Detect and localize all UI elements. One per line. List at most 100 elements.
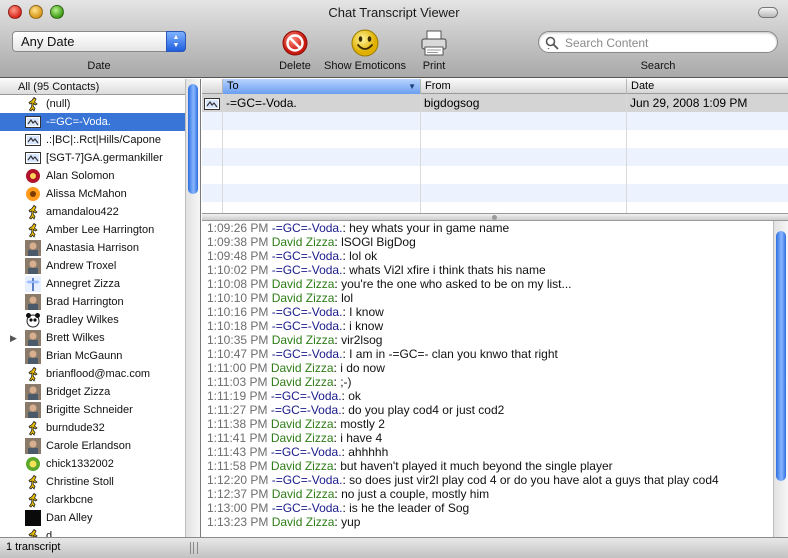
contact-item[interactable]: Bridget Zizza	[0, 383, 200, 401]
message-line: 1:13:23 PM David Zizza: yup	[207, 515, 361, 529]
message-text: no just a couple, mostly him	[341, 487, 490, 501]
split-grip-line	[193, 542, 194, 554]
aim-running-man-icon	[25, 492, 41, 508]
column-header-to[interactable]: To ▼	[222, 79, 420, 94]
message-time: 1:12:37 PM	[207, 487, 269, 501]
message-sender: -=GC=-Voda.	[270, 389, 342, 403]
column-header-icon	[202, 79, 222, 94]
contact-item[interactable]: .:|BC|:.Rct|Hills/Capone	[0, 131, 200, 149]
pane-splitter[interactable]	[202, 213, 788, 221]
message-time: 1:13:00 PM	[207, 501, 269, 515]
message-line: 1:12:20 PM -=GC=-Voda.: so does just vir…	[207, 473, 719, 487]
search-input[interactable]	[565, 35, 765, 51]
dragonfly-avatar-icon	[25, 276, 41, 292]
contact-item[interactable]: chick1332002	[0, 455, 200, 473]
message-line: 1:10:08 PM David Zizza: you're the one w…	[207, 277, 572, 291]
splitter-handle-icon[interactable]	[492, 215, 497, 220]
contacts-scrollbar[interactable]	[185, 79, 200, 537]
delete-button[interactable]: Delete	[272, 28, 318, 74]
message-time: 1:10:16 PM	[207, 305, 269, 319]
messages-scrollbar[interactable]	[773, 221, 788, 537]
toolbar-toggle-button[interactable]	[758, 7, 778, 18]
show-emoticons-button[interactable]: Show Emoticons	[320, 28, 410, 74]
message-time: 1:10:47 PM	[207, 347, 269, 361]
contact-item[interactable]: -=GC=-Voda.	[0, 113, 200, 131]
contact-item[interactable]: Andrew Troxel	[0, 257, 200, 275]
aim-running-man-icon	[25, 528, 41, 537]
contact-name: Annegret Zizza	[46, 278, 120, 290]
message-line: 1:10:16 PM -=GC=-Voda.: I know	[207, 305, 384, 319]
message-sender: -=GC=-Voda.	[271, 221, 343, 235]
message-time: 1:11:38 PM	[207, 417, 268, 431]
contact-item[interactable]: Christine Stoll	[0, 473, 200, 491]
contact-name: clarkbcne	[46, 494, 94, 506]
contact-item[interactable]: Brian McGaunn	[0, 347, 200, 365]
contact-item[interactable]: d...	[0, 527, 200, 537]
message-text: whats Vi2l xfire i think thats his name	[349, 263, 546, 277]
messages-scroll-thumb[interactable]	[776, 231, 786, 481]
message-line: 1:11:58 PM David Zizza: but haven't play…	[207, 459, 613, 473]
contact-name: .:|BC|:.Rct|Hills/Capone	[46, 134, 161, 146]
disclosure-triangle-icon[interactable]: ▶	[10, 329, 17, 347]
contact-name: brianflood@mac.com	[46, 368, 151, 380]
message-sender: David Zizza	[271, 487, 335, 501]
contact-item[interactable]: burndude32	[0, 419, 200, 437]
contact-item[interactable]: brianflood@mac.com	[0, 365, 200, 383]
message-sender: -=GC=-Voda.	[271, 319, 343, 333]
date-filter-select[interactable]: Any Date ▲ ▼	[12, 31, 186, 52]
contact-item[interactable]: Alan Solomon	[0, 167, 200, 185]
split-grip-icon[interactable]	[190, 542, 198, 554]
message-time: 1:09:38 PM	[207, 235, 269, 249]
chick-avatar-icon	[25, 456, 41, 472]
transcript-messages: 1:09:26 PM -=GC=-Voda.: hey whats your i…	[202, 221, 788, 537]
contacts-scroll-thumb[interactable]	[188, 84, 198, 194]
message-time: 1:11:03 PM	[207, 375, 268, 389]
contact-item[interactable]: (null)	[0, 95, 200, 113]
contacts-header[interactable]: All (95 Contacts)	[0, 79, 200, 95]
message-line: 1:12:37 PM David Zizza: no just a couple…	[207, 487, 490, 501]
sunflower-avatar-icon	[25, 186, 41, 202]
photo-avatar-icon	[25, 438, 41, 454]
column-header-date[interactable]: Date	[626, 79, 788, 94]
contact-item[interactable]: Bradley Wilkes	[0, 311, 200, 329]
contact-item[interactable]: Carole Erlandson	[0, 437, 200, 455]
search-field[interactable]	[538, 31, 778, 53]
message-line: 1:10:02 PM -=GC=-Voda.: whats Vi2l xfire…	[207, 263, 546, 277]
message-line: 1:09:48 PM -=GC=-Voda.: lol ok	[207, 249, 378, 263]
contact-name: (null)	[46, 98, 71, 110]
column-header-from[interactable]: From	[420, 79, 626, 94]
message-list: 1:09:26 PM -=GC=-Voda.: hey whats your i…	[202, 221, 788, 529]
contact-item[interactable]: Brigitte Schneider	[0, 401, 200, 419]
contact-name: Carole Erlandson	[46, 440, 131, 452]
contact-item[interactable]: Brad Harrington	[0, 293, 200, 311]
message-text: i do now	[340, 361, 385, 375]
contact-item[interactable]: Dan Alley	[0, 509, 200, 527]
contact-item[interactable]: Alissa McMahon	[0, 185, 200, 203]
print-button[interactable]: Print	[413, 28, 455, 74]
printer-icon	[421, 30, 447, 56]
contact-name: chick1332002	[46, 458, 114, 470]
contact-name: Alan Solomon	[46, 170, 115, 182]
contact-item[interactable]: amandalou422	[0, 203, 200, 221]
aim-running-man-icon	[25, 96, 41, 112]
message-time: 1:11:58 PM	[207, 459, 268, 473]
contact-item[interactable]: ▶ Brett Wilkes	[0, 329, 200, 347]
message-sender: -=GC=-Voda.	[271, 473, 343, 487]
contact-item[interactable]: Anastasia Harrison	[0, 239, 200, 257]
contact-item[interactable]: Annegret Zizza	[0, 275, 200, 293]
table-row[interactable]: -=GC=-Voda. bigdogsog Jun 29, 2008 1:09 PM	[202, 94, 788, 112]
contact-item[interactable]: clarkbcne	[0, 491, 200, 509]
panda-avatar-icon	[25, 312, 41, 328]
message-time: 1:13:23 PM	[207, 515, 269, 529]
empty-table-row	[202, 130, 788, 148]
message-text: i have 4	[340, 431, 383, 445]
message-line: 1:10:10 PM David Zizza: lol	[207, 291, 354, 305]
contact-item[interactable]: Amber Lee Harrington	[0, 221, 200, 239]
message-line: 1:11:38 PM David Zizza: mostly 2	[207, 417, 385, 431]
message-time: 1:11:19 PM	[207, 389, 268, 403]
contact-item[interactable]: [SGT-7]GA.germankiller	[0, 149, 200, 167]
message-sender: David Zizza	[270, 431, 334, 445]
contact-name: Andrew Troxel	[46, 260, 117, 272]
message-time: 1:10:08 PM	[207, 277, 269, 291]
contacts-list: All (95 Contacts) (null) -=GC=-Voda. .:|BC…	[0, 79, 201, 537]
